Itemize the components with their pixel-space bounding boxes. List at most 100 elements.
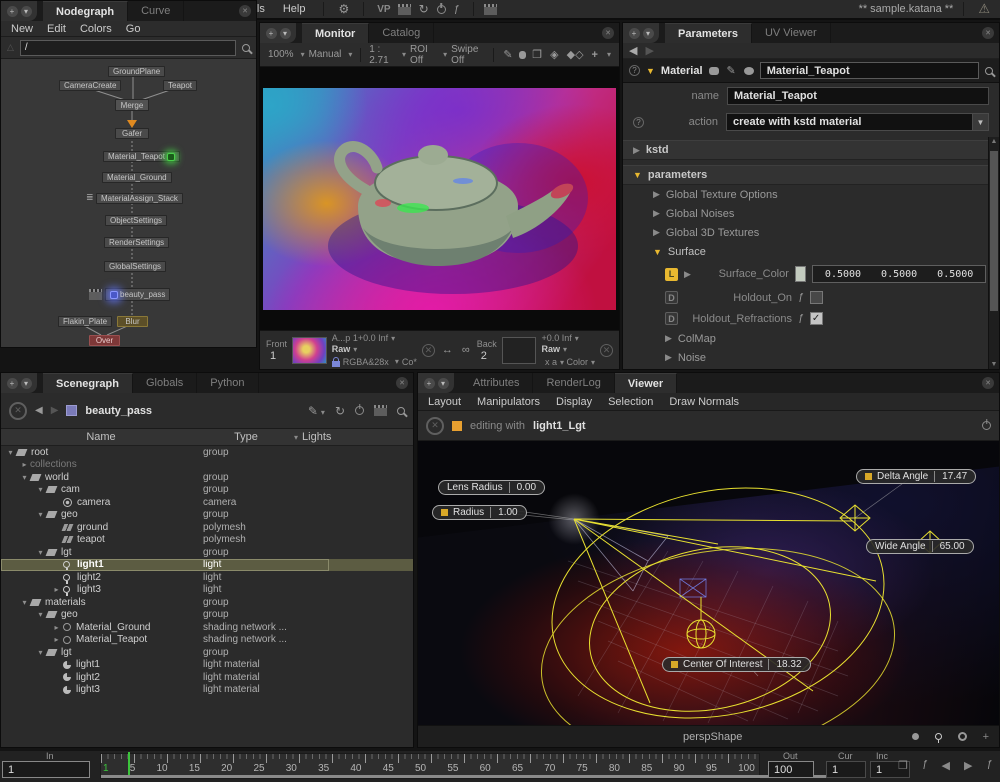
- display-mode-icon[interactable]: [912, 733, 919, 740]
- dropdown-arrow-icon[interactable]: ▾: [294, 433, 298, 442]
- search-icon[interactable]: [985, 67, 993, 75]
- frame-number[interactable]: 55: [447, 763, 458, 774]
- search-icon[interactable]: [397, 407, 405, 415]
- collapse-icon[interactable]: ▼: [646, 66, 655, 76]
- expander-icon[interactable]: ▶: [653, 208, 660, 219]
- nodegraph-menu-item[interactable]: Colors: [80, 23, 112, 35]
- tree-row-teapot[interactable]: teapotpolymesh: [1, 534, 413, 547]
- back-inf[interactable]: Inf: [562, 333, 572, 343]
- expander-icon[interactable]: ▼: [633, 170, 642, 180]
- light-icon[interactable]: [935, 733, 942, 740]
- tree-row-world[interactable]: ▾worldgroup: [1, 471, 413, 484]
- tree-row-lightmat3[interactable]: light3light material: [1, 684, 413, 697]
- expander-icon[interactable]: ▶: [653, 227, 660, 238]
- tab-parameters[interactable]: Parameters: [665, 23, 752, 43]
- hook-icon[interactable]: ƒ: [450, 4, 464, 15]
- liveupdate-icon[interactable]: [355, 406, 364, 415]
- tree-row-geo[interactable]: ▾geogroup: [1, 509, 413, 522]
- close-icon[interactable]: ✕: [602, 27, 614, 39]
- default-badge[interactable]: D: [665, 291, 678, 304]
- tree-row-light1-selected[interactable]: light1light: [1, 559, 413, 572]
- pen-icon[interactable]: ✎▾: [308, 404, 325, 418]
- frame-number[interactable]: 95: [706, 763, 717, 774]
- viewer-menu-item[interactable]: Draw Normals: [669, 396, 739, 408]
- back-icon[interactable]: ◀: [629, 44, 637, 57]
- viewer-menu-item[interactable]: Selection: [608, 396, 653, 408]
- tree-row-materials[interactable]: ▾materialsgroup: [1, 596, 413, 609]
- node-search-input[interactable]: [20, 40, 236, 56]
- expander-icon[interactable]: ▶: [684, 269, 691, 280]
- pane-add-icon[interactable]: +: [266, 28, 277, 39]
- step-back-icon[interactable]: ◀: [942, 759, 950, 772]
- power-icon[interactable]: [437, 5, 446, 14]
- history-forward-icon[interactable]: ▶: [51, 405, 59, 416]
- keyframe-icon[interactable]: ƒ: [798, 313, 804, 324]
- tree-row-lightmat2[interactable]: light2light material: [1, 671, 413, 684]
- pane-split-controls[interactable]: + ▾: [260, 23, 296, 43]
- node-rendersettings[interactable]: RenderSettings: [104, 237, 169, 248]
- viewer-viewport[interactable]: Lens Radius 0.00 Radius 1.00 Delta Angle…: [418, 441, 999, 725]
- pan-icon[interactable]: ◈: [548, 48, 560, 61]
- clear-back-icon[interactable]: ✕: [600, 344, 613, 357]
- expander-icon[interactable]: ▶: [633, 145, 640, 156]
- tree-row-lightmat1[interactable]: light1light material: [1, 659, 413, 672]
- frame-ruler[interactable]: 1510152025303540455055606570758085909510…: [100, 753, 760, 779]
- nodegraph-menu-item[interactable]: Edit: [47, 23, 66, 35]
- lens-radius-handle[interactable]: Lens Radius 0.00: [438, 480, 545, 495]
- tab-python[interactable]: Python: [197, 373, 258, 393]
- node-blur[interactable]: Blur: [117, 316, 148, 327]
- pane-menu-icon[interactable]: ▾: [21, 378, 32, 389]
- viewer-menu-item[interactable]: Manipulators: [477, 396, 540, 408]
- lock-icon[interactable]: [332, 361, 340, 367]
- frame-number[interactable]: 75: [577, 763, 588, 774]
- back-thumbnail[interactable]: [502, 337, 537, 364]
- edit-flag-icon[interactable]: [167, 153, 175, 161]
- section-surface[interactable]: ▼ Surface: [623, 242, 999, 261]
- scroll-down-icon[interactable]: ▼: [989, 361, 999, 368]
- wrench-icon[interactable]: ✎: [725, 64, 738, 77]
- tab-scenegraph[interactable]: Scenegraph: [43, 373, 133, 393]
- tab-globals[interactable]: Globals: [133, 373, 197, 393]
- node-gafer[interactable]: Gafer: [115, 128, 149, 139]
- step-forward-icon[interactable]: ▶: [964, 759, 972, 772]
- scroll-up-icon[interactable]: ▲: [989, 138, 999, 145]
- ratio-dropdown[interactable]: 1 : 2.71: [369, 44, 395, 66]
- tree-row-cam[interactable]: ▾camgroup: [1, 484, 413, 497]
- nodegraph-menu-item[interactable]: New: [11, 23, 33, 35]
- section-noise[interactable]: ▶ Noise: [623, 348, 999, 367]
- front-channels[interactable]: RGBA&28x: [343, 357, 389, 367]
- lens-radius-value[interactable]: 0.00: [509, 482, 536, 493]
- column-type[interactable]: Type: [201, 431, 291, 443]
- nodegraph-canvas[interactable]: GroundPlane CameraCreate Teapot Merge Ga…: [1, 59, 256, 347]
- render-icon[interactable]: [374, 408, 387, 416]
- section-global-3d-textures[interactable]: ▶ Global 3D Textures: [623, 223, 999, 242]
- color-g[interactable]: 0.5000: [881, 269, 917, 280]
- node-teapot[interactable]: Teapot: [163, 80, 197, 91]
- frame-number[interactable]: 1: [103, 763, 109, 774]
- timeline-scrollbar[interactable]: [101, 775, 831, 778]
- frame-number[interactable]: 80: [609, 763, 620, 774]
- menubar-item[interactable]: Help: [275, 3, 314, 15]
- tab-uv-viewer[interactable]: UV Viewer: [752, 23, 831, 43]
- radius-value[interactable]: 1.00: [490, 507, 517, 518]
- front-thumbnail[interactable]: [292, 337, 327, 364]
- pane-menu-icon[interactable]: ▾: [643, 28, 654, 39]
- pane-add-icon[interactable]: +: [7, 6, 18, 17]
- close-icon[interactable]: ✕: [396, 377, 408, 389]
- back-raw-dropdown[interactable]: Raw: [541, 344, 560, 354]
- comment-icon[interactable]: [519, 51, 527, 59]
- frame-number[interactable]: 10: [157, 763, 168, 774]
- clear-edit-icon[interactable]: ✕: [426, 417, 444, 435]
- vp-label[interactable]: VP: [374, 4, 393, 15]
- front-inf[interactable]: Inf: [378, 333, 388, 343]
- add-icon[interactable]: +: [983, 731, 989, 743]
- delta-angle-handle[interactable]: Delta Angle 17.47: [856, 469, 976, 484]
- back-colorspace[interactable]: Color: [566, 357, 588, 367]
- frame-number[interactable]: 50: [415, 763, 426, 774]
- holdout-on-checkbox[interactable]: [810, 291, 823, 304]
- frame-number[interactable]: 70: [544, 763, 555, 774]
- tree-row-material-teapot[interactable]: ▸Material_Teapotshading network ...: [1, 634, 413, 647]
- viewer-menu-item[interactable]: Display: [556, 396, 592, 408]
- scrollbar-thumb[interactable]: [990, 151, 998, 311]
- tree-row-materials-lgt[interactable]: ▾lgtgroup: [1, 646, 413, 659]
